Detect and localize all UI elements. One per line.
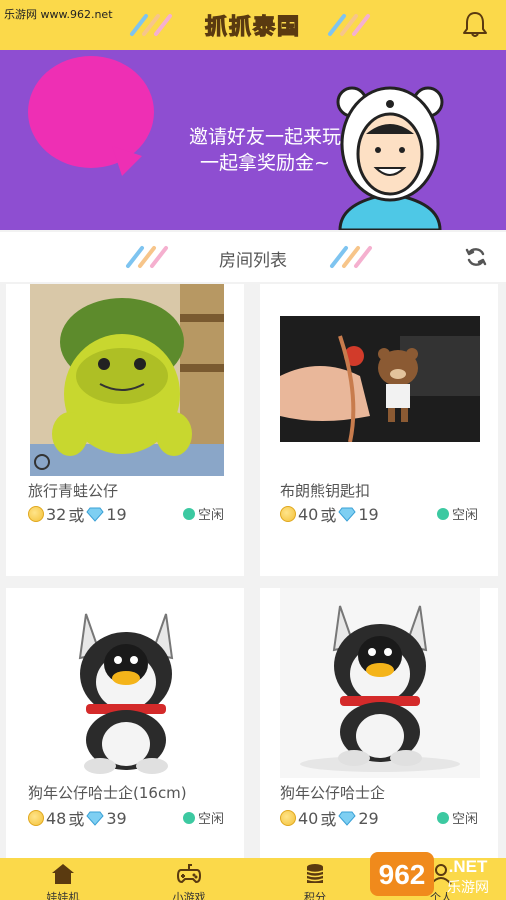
stripes-decoration-right <box>330 246 372 268</box>
room-price: 32 或 19 <box>28 502 127 526</box>
logo-domain: .NET <box>449 857 488 876</box>
watermark-text: 乐游网 www.962.net <box>4 8 113 21</box>
status-text: 空闲 <box>197 812 224 827</box>
coins-icon <box>306 864 324 883</box>
nav-label: 娃娃机 <box>46 891 80 900</box>
room-name: 狗年公仔哈士企 <box>280 784 386 802</box>
room-price: 40 或 29 <box>280 806 379 830</box>
room-card[interactable]: 布朗熊钥匙扣 40 或 19 空闲 <box>260 284 498 576</box>
stripes-decoration-right <box>328 14 370 36</box>
or-text: 或 <box>320 506 337 525</box>
logo-site-name: 乐游网 <box>447 880 489 896</box>
logo-number: 962 <box>379 859 426 890</box>
bell-icon[interactable] <box>462 10 488 38</box>
nav-label: 小游戏 <box>172 891 206 900</box>
mascot-illustration <box>336 86 444 230</box>
room-name: 狗年公仔哈士企(16cm) <box>28 784 187 802</box>
refresh-icon[interactable] <box>464 245 488 269</box>
status-dot-icon <box>436 811 449 824</box>
frog-plush-image <box>30 284 224 476</box>
room-status: 空闲 <box>182 808 224 827</box>
coin-price: 32 <box>46 504 67 524</box>
coin-price: 48 <box>46 808 67 828</box>
coin-price: 40 <box>298 808 319 828</box>
or-text: 或 <box>68 506 85 525</box>
husky-penguin-plush-image <box>78 613 174 774</box>
or-text: 或 <box>320 810 337 829</box>
gem-price: 39 <box>106 808 127 828</box>
status-dot-icon <box>182 811 195 824</box>
gem-price: 19 <box>106 504 127 524</box>
diamond-icon <box>338 811 357 826</box>
nav-item-points[interactable]: 积分 <box>252 858 378 900</box>
diamond-icon <box>86 507 105 522</box>
invite-banner[interactable]: 邀请好友一起来玩 一起拿奖励金~ <box>0 50 506 230</box>
room-card[interactable]: 狗年公仔哈士企 40 或 29 空闲 <box>260 588 498 858</box>
bear-keychain-image <box>280 316 480 442</box>
status-text: 空闲 <box>451 812 478 827</box>
room-price: 40 或 19 <box>280 502 379 526</box>
bubble-tail <box>112 146 142 176</box>
nav-item-claw-machine[interactable]: 娃娃机 <box>0 858 126 900</box>
site-logo-watermark: 962 .NET 乐游网 <box>370 852 489 896</box>
coin-icon <box>28 506 44 522</box>
status-text: 空闲 <box>197 508 224 523</box>
room-status: 空闲 <box>436 808 478 827</box>
home-icon <box>52 864 74 884</box>
diamond-icon <box>338 507 357 522</box>
husky-penguin-plush-image <box>280 588 480 778</box>
app-header: 乐游网 www.962.net 抓抓泰国 <box>0 0 506 50</box>
gem-price: 19 <box>358 504 379 524</box>
diamond-icon <box>86 811 105 826</box>
coin-icon <box>280 810 296 826</box>
nav-label: 积分 <box>304 891 326 900</box>
or-text: 或 <box>68 810 85 829</box>
room-status: 空闲 <box>436 504 478 523</box>
nav-item-mini-games[interactable]: 小游戏 <box>126 858 252 900</box>
room-name: 旅行青蛙公仔 <box>28 482 119 500</box>
room-card[interactable]: 狗年公仔哈士企(16cm) 48 或 39 空闲 <box>6 588 244 858</box>
coin-icon <box>28 810 44 826</box>
room-name: 布朗熊钥匙扣 <box>280 482 371 500</box>
app-title: 抓抓泰国 <box>204 14 302 40</box>
coin-icon <box>280 506 296 522</box>
coin-price: 40 <box>298 504 319 524</box>
room-list-header: 房间列表 <box>0 232 506 282</box>
room-card[interactable]: 旅行青蛙公仔 32 或 19 空闲 <box>6 284 244 576</box>
room-status: 空闲 <box>182 504 224 523</box>
stripes-decoration-left <box>130 14 172 36</box>
room-price: 48 或 39 <box>28 806 127 830</box>
status-text: 空闲 <box>451 508 478 523</box>
status-dot-icon <box>436 507 449 520</box>
status-dot-icon <box>182 507 195 520</box>
section-title: 房间列表 <box>219 251 287 271</box>
gem-price: 29 <box>358 808 379 828</box>
gamepad-icon <box>176 864 202 884</box>
